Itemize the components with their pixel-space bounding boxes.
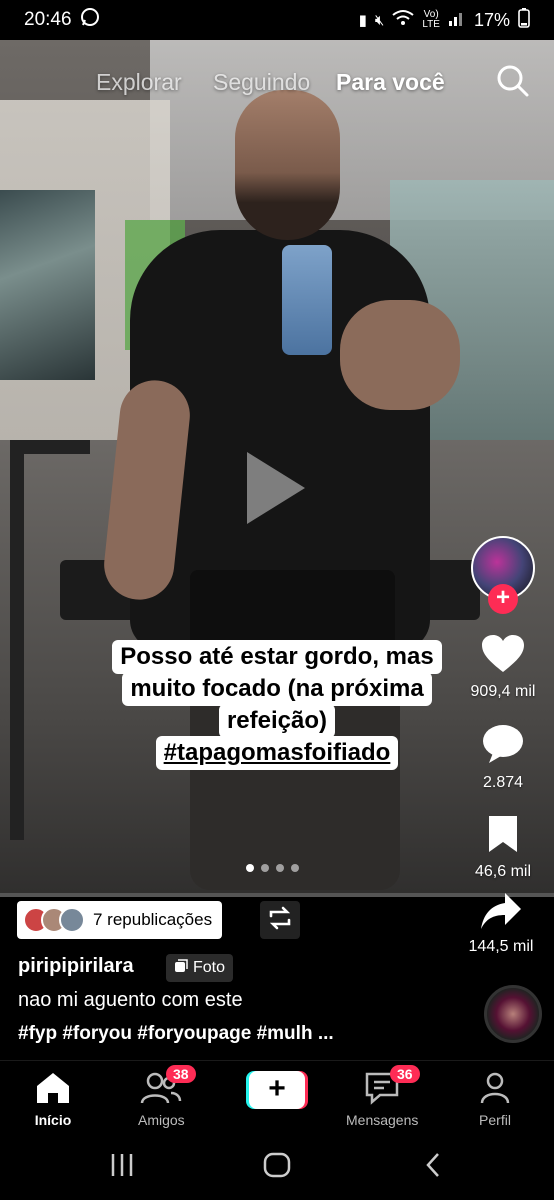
- profile-icon[interactable]: [478, 1071, 512, 1108]
- tab-friends-label: Amigos: [138, 1112, 185, 1128]
- mute-icon: 🔇︎: [374, 11, 385, 29]
- status-icons: ▮ 🔇︎ Vo) LTE 17%: [358, 7, 530, 33]
- person-arm-right: [340, 300, 460, 410]
- repost-avatars: [23, 907, 85, 933]
- sound-disc[interactable]: [484, 985, 542, 1043]
- post-description[interactable]: nao mi aguento com este: [18, 989, 243, 1012]
- creator-username[interactable]: piripipirilara: [18, 955, 134, 978]
- whatsapp-icon: [80, 7, 100, 33]
- heart-icon[interactable]: [481, 634, 525, 679]
- tab-messages-label: Mensagens: [346, 1112, 419, 1128]
- share-icon[interactable]: [479, 891, 523, 936]
- caption-line: muito focado (na próxima: [122, 672, 432, 706]
- action-rail: + 909,4 mil 2.874 46,6 mil: [460, 536, 546, 881]
- caption-line: Posso até estar gordo, mas: [112, 640, 442, 674]
- bookmark-icon[interactable]: [486, 814, 520, 859]
- wifi-icon: [392, 9, 414, 32]
- tab-explorar[interactable]: Explorar: [96, 69, 182, 96]
- repost-icon[interactable]: [267, 906, 293, 935]
- home-icon[interactable]: [34, 1071, 72, 1108]
- battery-percent: 17%: [473, 9, 510, 30]
- share-count: 144,5 mil: [468, 938, 534, 955]
- volte-icon: Vo) LTE: [422, 9, 440, 30]
- caption-line: refeição): [218, 704, 336, 738]
- republications-chip[interactable]: 7 republicações: [17, 901, 223, 939]
- back-icon[interactable]: [424, 1152, 442, 1185]
- repost-button[interactable]: [260, 901, 300, 939]
- gym-mirror: [0, 190, 95, 380]
- tab-profile-label: Perfil: [479, 1112, 511, 1128]
- republications-label: 7 republicações: [93, 910, 213, 929]
- system-nav-bar: [0, 1138, 554, 1200]
- weight-rack: [10, 440, 90, 840]
- signal-icon: [448, 10, 466, 31]
- bottom-tab-bar: Início 38 Amigos + 36 Mensagens Perfil: [0, 1060, 554, 1138]
- tab-home-label: Início: [34, 1112, 72, 1128]
- tab-home[interactable]: Início: [34, 1071, 72, 1128]
- search-icon[interactable]: [496, 64, 530, 98]
- status-bar: 20:46 ▮ 🔇︎ Vo) LTE 17%: [0, 0, 554, 40]
- recent-apps-icon[interactable]: [110, 1152, 134, 1185]
- comment-count: 2.874: [482, 774, 524, 791]
- tab-friends[interactable]: 38 Amigos: [138, 1065, 196, 1128]
- tab-para-voce[interactable]: Para você: [336, 69, 445, 96]
- tab-messages[interactable]: 36 Mensagens: [346, 1065, 420, 1128]
- carousel-dot: [276, 864, 284, 872]
- like-count: 909,4 mil: [470, 683, 536, 700]
- status-time: 20:46: [24, 9, 72, 30]
- photo-badge-label: Foto: [193, 959, 226, 976]
- friends-badge: 38: [166, 1065, 196, 1083]
- share-button[interactable]: 144,5 mil: [456, 891, 546, 956]
- carousel-indicator: [246, 864, 299, 872]
- home-nav-icon[interactable]: [263, 1152, 291, 1185]
- comment-icon[interactable]: [481, 723, 525, 770]
- save-count: 46,6 mil: [474, 863, 532, 880]
- carousel-dot: [291, 864, 299, 872]
- like-button[interactable]: 909,4 mil: [470, 634, 536, 701]
- avatar: [59, 907, 85, 933]
- photo-badge: Foto: [166, 954, 234, 982]
- carousel-dot: [261, 864, 269, 872]
- plus-icon[interactable]: +: [249, 1071, 305, 1109]
- tab-seguindo[interactable]: Seguindo: [213, 69, 310, 96]
- post-info: 7 republicações 144,5 mil piripipirilara…: [0, 893, 554, 1060]
- post-hashtags[interactable]: #fyp #foryou #foryoupage #mulh ...: [18, 1023, 334, 1045]
- top-nav: Explorar Seguindo Para você: [0, 60, 554, 104]
- person-head: [235, 90, 340, 240]
- follow-button[interactable]: +: [488, 584, 518, 614]
- tab-profile[interactable]: Perfil: [478, 1071, 512, 1128]
- save-button[interactable]: 46,6 mil: [475, 814, 531, 881]
- battery-icon: [518, 7, 530, 33]
- play-icon[interactable]: [247, 452, 305, 524]
- comment-button[interactable]: 2.874: [481, 723, 525, 792]
- photo-icon: [174, 958, 188, 978]
- person-phone: [282, 245, 332, 355]
- carousel-dot-active: [246, 864, 254, 872]
- creator-avatar[interactable]: +: [471, 536, 535, 614]
- caption-hashtag[interactable]: #tapagomasfoifiado: [155, 736, 399, 770]
- create-button[interactable]: +: [246, 1071, 308, 1109]
- messages-badge: 36: [390, 1065, 420, 1083]
- battery-saver-icon: ▮: [358, 12, 367, 29]
